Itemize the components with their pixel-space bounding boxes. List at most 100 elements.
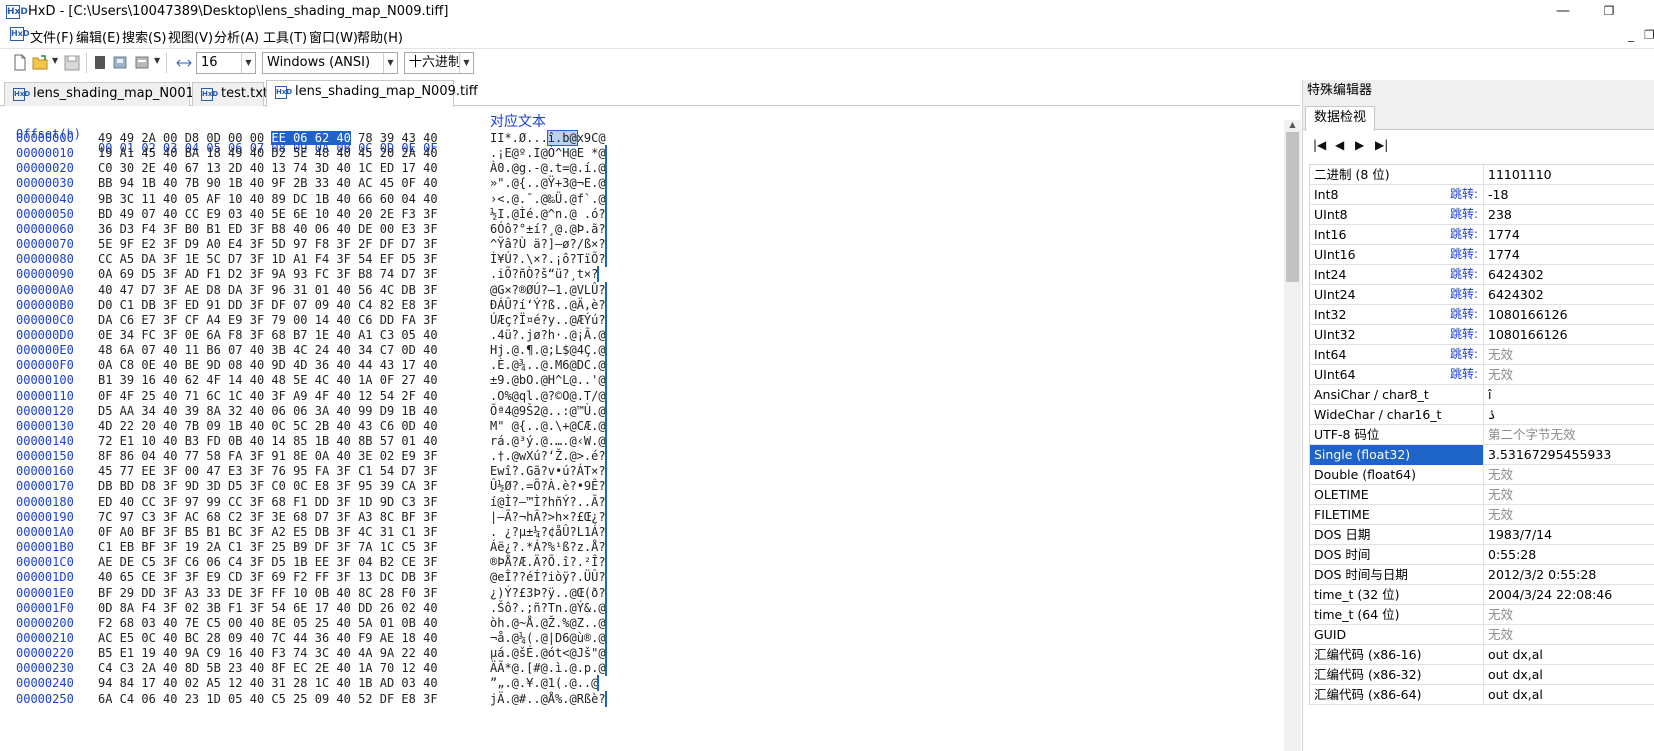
nav-next-icon[interactable]: ▶: [1355, 138, 1364, 152]
inspector-row[interactable]: Int16 跳转: 1774: [1310, 225, 1654, 245]
hex-bytes[interactable]: 0A C8 0E 40 BE 9D 08 40 9D 4D 36 40 44 4…: [98, 358, 438, 372]
bytes-per-row-select[interactable]: 16 ▼: [196, 52, 256, 74]
inspector-value[interactable]: 1080166126: [1488, 305, 1568, 324]
hex-bytes[interactable]: 36 D3 F4 3F B0 B1 ED 3F B8 40 06 40 DE 0…: [98, 222, 438, 236]
inspector-row[interactable]: 二进制 (8 位) 11101110: [1310, 165, 1654, 185]
row-hex-bytes[interactable]: 0F 4F 25 40 71 6C 1C 40 3F A9 4F 40 12 5…: [98, 389, 438, 403]
hex-bytes[interactable]: BD 49 07 40 CC E9 03 40 5E 6E 10 40 20 2…: [98, 207, 438, 221]
row-hex-bytes[interactable]: 7C 97 C3 3F AC 68 C2 3F 3E 68 D7 3F A3 8…: [98, 510, 438, 524]
decoded-text[interactable]: II*.Ø...: [490, 131, 548, 145]
inspector-row[interactable]: 汇编代码 (x86-32) out dx,al: [1310, 665, 1654, 685]
decoded-text[interactable]: Hj.@.¶.@;L$@4Ç.@: [490, 343, 606, 357]
menu-file[interactable]: 文件(F): [30, 27, 74, 46]
row-text[interactable]: 6Óô?°±í?¸@.@Þ.ã?: [490, 222, 606, 236]
row-hex-bytes[interactable]: 19 A1 45 40 BA 18 49 40 D2 5E 48 40 45 2…: [98, 146, 438, 160]
jump-link[interactable]: 跳转:: [1450, 345, 1478, 364]
row-hex-bytes[interactable]: DB BD D8 3F 9D 3D D5 3F C0 0C E8 3F 95 3…: [98, 479, 438, 493]
row-hex-bytes[interactable]: BF 29 DD 3F A3 33 DE 3F FF 10 0B 40 8C 2…: [98, 586, 438, 600]
hex-bytes[interactable]: BB 94 1B 40 7B 90 1B 40 9F 2B 33 40 AC 4…: [98, 176, 438, 190]
row-hex-bytes[interactable]: 40 47 D7 3F AE D8 DA 3F 96 31 01 40 56 4…: [98, 283, 438, 297]
decoded-text[interactable]: ®ÞÅ?Æ.Ä?Õ.î?.²Î?: [490, 555, 606, 569]
decoded-text[interactable]: .¡E@º.I@Ò^H@E *@: [490, 146, 606, 160]
mdi-restore-button[interactable]: ❐: [1644, 28, 1654, 42]
inspector-value[interactable]: 1774: [1488, 225, 1520, 244]
row-hex-bytes[interactable]: 36 D3 F4 3F B0 B1 ED 3F B8 40 06 40 DE 0…: [98, 222, 438, 236]
jump-link[interactable]: 跳转:: [1450, 245, 1478, 264]
decoded-text[interactable]: ”„.@.¥.@1(.@.­.@: [490, 676, 598, 690]
row-hex-bytes[interactable]: F2 68 03 40 7E C5 00 40 8E 05 25 40 5A 0…: [98, 616, 438, 630]
open-dropdown-arrow-icon[interactable]: ▼: [52, 56, 58, 65]
jump-link[interactable]: 跳转:: [1450, 185, 1478, 204]
row-hex-bytes[interactable]: 0A C8 0E 40 BE 9D 08 40 9D 4D 36 40 44 4…: [98, 358, 438, 372]
mdi-minimize-button[interactable]: _: [1628, 28, 1634, 42]
row-text[interactable]: |—Ã?¬hÂ?>h×?£Œ¿?: [490, 510, 606, 524]
inspector-value[interactable]: 第二个字节无效: [1488, 425, 1576, 444]
close-file-icon[interactable]: [92, 54, 108, 71]
row-text[interactable]: .†.@wXú?‘Ž.@>.é?: [490, 449, 606, 463]
hex-bytes[interactable]: 4D 22 20 40 7B 09 1B 40 0C 5C 2B 40 43 C…: [98, 419, 438, 433]
hex-bytes[interactable]: 9B 3C 11 40 05 AF 10 40 89 DC 1B 40 66 6…: [98, 192, 438, 206]
inspector-row[interactable]: UInt16 跳转: 1774: [1310, 245, 1654, 265]
hex-bytes[interactable]: CC A5 DA 3F 1E 5C D7 3F 1D A1 F4 3F 54 E…: [98, 252, 438, 266]
hex-bytes[interactable]: 72 E1 10 40 B3 FD 0B 40 14 85 1B 40 8B 5…: [98, 434, 438, 448]
inspector-value[interactable]: 3.53167295455933: [1488, 445, 1611, 464]
decoded-text[interactable]: ÄÃ*@.[#@.ì.@.p.@: [490, 661, 606, 675]
row-text[interactable]: ¿)Ý?£3Þ?ÿ..@Œ(ð?: [490, 586, 606, 600]
row-text[interactable]: µá.@šÉ.@ót<@Jš"@: [490, 646, 606, 660]
ram-dropdown-arrow-icon[interactable]: ▼: [154, 56, 160, 65]
row-text[interactable]: II*.Ø...î.b@x9C@: [490, 130, 606, 146]
inspector-row[interactable]: UInt32 跳转: 1080166126: [1310, 325, 1654, 345]
inspector-value[interactable]: 0:55:28: [1488, 545, 1536, 564]
hex-bytes[interactable]: DB BD D8 3F 9D 3D D5 3F C0 0C E8 3F 95 3…: [98, 479, 438, 493]
nav-first-icon[interactable]: |◀: [1313, 138, 1326, 152]
row-text[interactable]: òh.@~Å.@Ž.%@Z..@: [490, 616, 606, 630]
vertical-scrollbar[interactable]: ▲: [1284, 120, 1301, 751]
hex-editor-view[interactable]: Offset(h) 00 01 02 03 04 05 06 07 08 09 …: [0, 107, 1284, 751]
row-hex-bytes[interactable]: 6A C4 06 40 23 1D 05 40 C5 25 09 40 52 D…: [98, 692, 438, 706]
selected-text[interactable]: î.b@: [546, 130, 578, 146]
row-hex-bytes[interactable]: BD 49 07 40 CC E9 03 40 5E 6E 10 40 20 2…: [98, 207, 438, 221]
inspector-value[interactable]: 无效: [1488, 345, 1513, 364]
hex-bytes[interactable]: C0 30 2E 40 67 13 2D 40 13 74 3D 40 1C E…: [98, 161, 438, 175]
decoded-text[interactable]: .È.@¾..@.M6@DC.@: [490, 358, 606, 372]
inspector-row[interactable]: DOS 日期 1983/7/14: [1310, 525, 1654, 545]
open-ram-icon[interactable]: [134, 54, 150, 71]
decoded-text[interactable]: .†.@wXú?‘Ž.@>.é?: [490, 449, 606, 463]
row-hex-bytes[interactable]: 5E 9F E2 3F D9 A0 E4 3F 5D 97 F8 3F 2F D…: [98, 237, 438, 251]
row-text[interactable]: jÄ.@#..@Å%.@Rßè?: [490, 692, 606, 706]
inspector-row[interactable]: UTF-8 码位 第二个字节无效: [1310, 425, 1654, 445]
inspector-row[interactable]: Int8 跳转: -18: [1310, 185, 1654, 205]
row-text[interactable]: À0.@g.-@.t=@.í.@: [490, 161, 606, 175]
row-text[interactable]: @eÎ??éÍ?iòÿ?.ÜÛ?: [490, 570, 606, 584]
decoded-text[interactable]: .4ü?.jø?h·.@¡Ã.@: [490, 328, 606, 342]
nav-previous-icon[interactable]: ◀: [1335, 138, 1344, 152]
row-hex-bytes[interactable]: C4 C3 2A 40 8D 5B 23 40 8F EC 2E 40 1A 7…: [98, 661, 438, 675]
decoded-text[interactable]: Õª4@9Š2@..:@™Ù.@: [490, 404, 606, 418]
decoded-text[interactable]: ›<.@.¯.@‰Ü.@f`.@: [490, 192, 606, 206]
row-text[interactable]: @G×?®ØÚ?–1.@VLÛ?: [490, 283, 606, 297]
hex-bytes[interactable]: BF 29 DD 3F A3 33 DE 3F FF 10 0B 40 8C 2…: [98, 586, 438, 600]
jump-link[interactable]: 跳转:: [1450, 205, 1478, 224]
hex-bytes[interactable]: DA C6 E7 3F CF A4 E9 3F 79 00 14 40 C6 D…: [98, 313, 438, 327]
menu-search[interactable]: 搜索(S): [122, 27, 166, 46]
inspector-value[interactable]: 238: [1488, 205, 1512, 224]
jump-link[interactable]: 跳转:: [1450, 225, 1478, 244]
row-text[interactable]: Õª4@9Š2@..:@™Ù.@: [490, 404, 606, 418]
row-text[interactable]: Ewî?.Gã?v•ú?ÁT×?: [490, 464, 606, 478]
minimize-button[interactable]: —: [1540, 0, 1586, 24]
decoded-text[interactable]: ÐÁÛ?í‘Ý?ß..@Ä‚è?: [490, 298, 606, 312]
decoded-text[interactable]: x9C@: [577, 131, 606, 145]
inspector-row[interactable]: AnsiChar / char8_t î: [1310, 385, 1654, 405]
inspector-row[interactable]: DOS 时间与日期 2012/3/2 0:55:28: [1310, 565, 1654, 585]
decoded-text[interactable]: .Šô?.;ñ?Tn.@Ý&.@: [490, 601, 606, 615]
row-text[interactable]: Hj.@.¶.@;L$@4Ç.@: [490, 343, 606, 357]
row-text[interactable]: .Šô?.;ñ?Tn.@Ý&.@: [490, 601, 606, 615]
jump-link[interactable]: 跳转:: [1450, 365, 1478, 384]
decoded-text[interactable]: Û½Ø?.=Õ?À.è?•9Ê?: [490, 479, 606, 493]
inspector-value[interactable]: out dx,al: [1488, 665, 1543, 684]
inspector-value[interactable]: 2012/3/2 0:55:28: [1488, 565, 1596, 584]
inspector-row[interactable]: 汇编代码 (x86-16) out dx,al: [1310, 645, 1654, 665]
inspector-value[interactable]: 6424302: [1488, 285, 1544, 304]
tab-test-txt[interactable]: HxD test.txt: [192, 82, 268, 106]
new-file-icon[interactable]: [12, 54, 28, 71]
